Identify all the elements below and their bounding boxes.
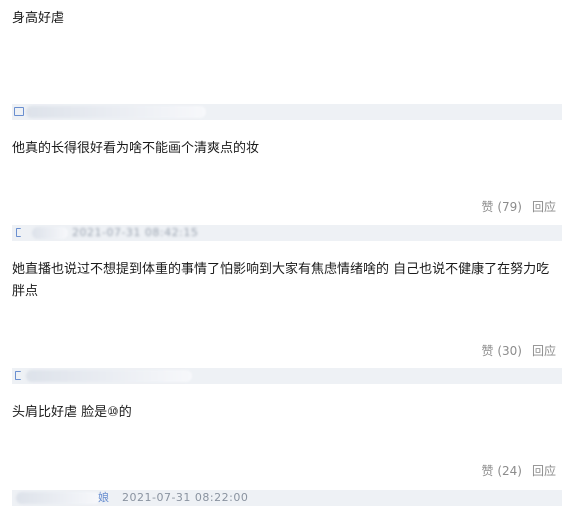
comment-meta-bar: [12, 104, 562, 120]
blurred-username: [26, 370, 192, 382]
comment-meta-bar: 娘 2021-07-31 08:22:00: [12, 490, 562, 506]
blurred-username: [26, 106, 206, 118]
post-title: 身高好虐: [12, 11, 65, 26]
comment-actions: 赞 (79) 回应: [482, 198, 556, 215]
comment-text: 她直播也说过不想提到体重的事情了怕影响到大家有焦虑情绪啥的 自己也说不健康了在努…: [12, 262, 550, 299]
reply-button[interactable]: 回应: [532, 344, 556, 358]
comment-timestamp: 2021-07-31 08:22:00: [122, 491, 249, 504]
comment-text: 他真的长得很好看为啥不能画个清爽点的妆: [12, 141, 260, 156]
comment-actions: 赞 (30) 回应: [482, 342, 556, 359]
reply-button[interactable]: 回应: [532, 464, 556, 478]
like-button[interactable]: 赞 (30): [482, 344, 522, 358]
comment-meta-bar: 2021-07-31 08:42:15: [12, 225, 562, 241]
like-button[interactable]: 赞 (24): [482, 464, 522, 478]
reply-button[interactable]: 回应: [532, 200, 556, 214]
like-button[interactable]: 赞 (79): [482, 200, 522, 214]
comment-text: 头肩比好虐 脸是⑩的: [12, 405, 132, 420]
comment-meta-bar: [12, 368, 562, 384]
blurred-username: [32, 227, 68, 239]
user-tag: 娘: [98, 491, 110, 504]
blurred-username: [16, 492, 100, 504]
user-badge-icon: [14, 107, 24, 116]
comment-actions: 赞 (24) 回应: [482, 462, 556, 479]
user-badge-icon: [16, 228, 21, 237]
comment-timestamp: 2021-07-31 08:42:15: [72, 226, 199, 239]
user-badge-icon: [15, 371, 21, 380]
